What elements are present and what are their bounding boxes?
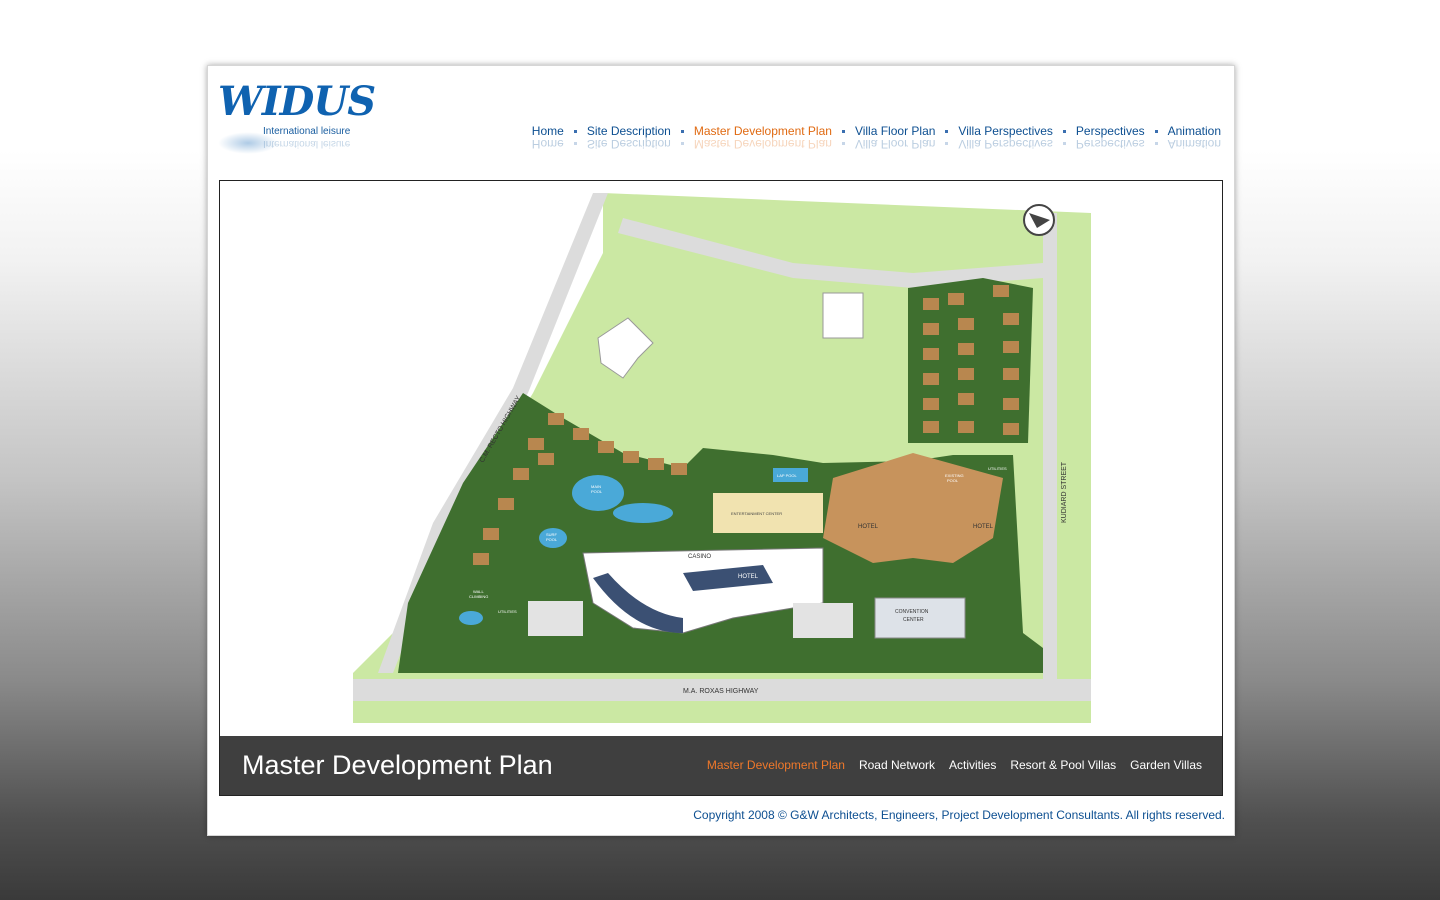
label-ma-roxas-highway: M.A. ROXAS HIGHWAY bbox=[683, 688, 759, 695]
caption-bar: Master Development Plan Master Developme… bbox=[220, 736, 1222, 795]
nav-villa-floor-plan[interactable]: Villa Floor Plan bbox=[855, 124, 935, 138]
parking-lot bbox=[528, 601, 583, 636]
label-climbing: CLIMBING bbox=[469, 594, 488, 599]
nav-reflection-perspectives: Perspectives bbox=[1075, 137, 1145, 151]
logo-brand: WIDUS bbox=[218, 78, 376, 125]
top-navigation: Home Site Description Master Development… bbox=[532, 124, 1221, 138]
nav-separator bbox=[945, 129, 949, 133]
nav-reflection-villa-perspectives: Villa Perspectives bbox=[958, 137, 1053, 151]
nav-reflection-master-plan: Master Development Plan bbox=[693, 137, 832, 151]
nav-reflection-animation: Animation bbox=[1167, 137, 1221, 151]
top-navigation-reflection: Home Site Description Master Development… bbox=[532, 137, 1221, 151]
pool-channel bbox=[613, 503, 673, 523]
nav-reflection-separator bbox=[1062, 142, 1066, 146]
subnav-road-network[interactable]: Road Network bbox=[859, 758, 935, 772]
label-casino: CASINO bbox=[688, 554, 711, 560]
master-plan-image: C.M. RECTO HIGHWAY M.A. ROXAS HIGHWAY KU… bbox=[353, 193, 1091, 723]
subnav-activities[interactable]: Activities bbox=[949, 758, 996, 772]
nav-reflection-separator bbox=[945, 142, 949, 146]
label-utilities: UTILITIES bbox=[498, 609, 517, 614]
small-pool bbox=[459, 611, 483, 625]
label-kudiard-street: KUDIARD STREET bbox=[1061, 461, 1068, 523]
nav-separator bbox=[1154, 129, 1158, 133]
caption-title: Master Development Plan bbox=[242, 750, 553, 780]
nav-reflection-separator bbox=[680, 142, 684, 146]
nav-reflection-separator bbox=[841, 142, 845, 146]
nav-villa-perspectives[interactable]: Villa Perspectives bbox=[958, 124, 1053, 138]
nav-reflection-villa-floor-plan: Villa Floor Plan bbox=[854, 137, 936, 151]
parking-lot bbox=[793, 603, 853, 638]
nav-separator bbox=[680, 129, 684, 133]
label-entertainment-center: ENTERTAINMENT CENTER bbox=[731, 511, 782, 516]
label-lap-pool: LAP POOL bbox=[777, 473, 797, 478]
label-utilities: UTILITIES bbox=[988, 466, 1007, 471]
logo-tagline: International leisure bbox=[263, 126, 351, 137]
master-plan-frame: C.M. RECTO HIGHWAY M.A. ROXAS HIGHWAY KU… bbox=[219, 180, 1223, 796]
nav-separator bbox=[841, 129, 845, 133]
nav-reflection-home: Home bbox=[531, 137, 564, 151]
label-convention: CONVENTION bbox=[895, 609, 929, 615]
label-hotel-b: HOTEL bbox=[633, 589, 654, 595]
page-container: WIDUS International leisure Internationa… bbox=[207, 65, 1235, 836]
subnav-garden-villas[interactable]: Garden Villas bbox=[1130, 758, 1202, 772]
road-kudiard bbox=[1043, 213, 1057, 683]
sub-navigation: Master Development Plan Road Network Act… bbox=[693, 758, 1202, 772]
nav-master-development-plan[interactable]: Master Development Plan bbox=[694, 124, 832, 138]
nav-reflection-separator bbox=[573, 142, 577, 146]
nav-site-description[interactable]: Site Description bbox=[587, 124, 671, 138]
subnav-resort-pool-villas[interactable]: Resort & Pool Villas bbox=[1010, 758, 1116, 772]
logo-tagline-reflection: International leisure bbox=[263, 138, 351, 149]
nav-perspectives[interactable]: Perspectives bbox=[1076, 124, 1145, 138]
widus-logo[interactable]: WIDUS International leisure Internationa… bbox=[218, 78, 376, 168]
subnav-master-development-plan[interactable]: Master Development Plan bbox=[707, 758, 845, 772]
nav-separator bbox=[573, 129, 577, 133]
building-outline bbox=[822, 292, 864, 339]
nav-animation[interactable]: Animation bbox=[1168, 124, 1221, 138]
label-existing-pool: POOL bbox=[947, 478, 959, 483]
label-hotel-c: HOTEL bbox=[858, 524, 879, 530]
label-center: CENTER bbox=[903, 617, 924, 623]
nav-separator bbox=[1062, 129, 1066, 133]
copyright-notice: Copyright 2008 © G&W Architects, Enginee… bbox=[693, 808, 1225, 822]
nav-reflection-separator bbox=[1154, 142, 1158, 146]
label-pool: POOL bbox=[591, 489, 603, 494]
label-hotel-d: HOTEL bbox=[973, 524, 994, 530]
nav-home[interactable]: Home bbox=[532, 124, 564, 138]
nav-reflection-site-description: Site Description bbox=[586, 137, 671, 151]
label-hotel-a: HOTEL bbox=[738, 574, 759, 580]
label-surf-pool: POOL bbox=[546, 537, 558, 542]
